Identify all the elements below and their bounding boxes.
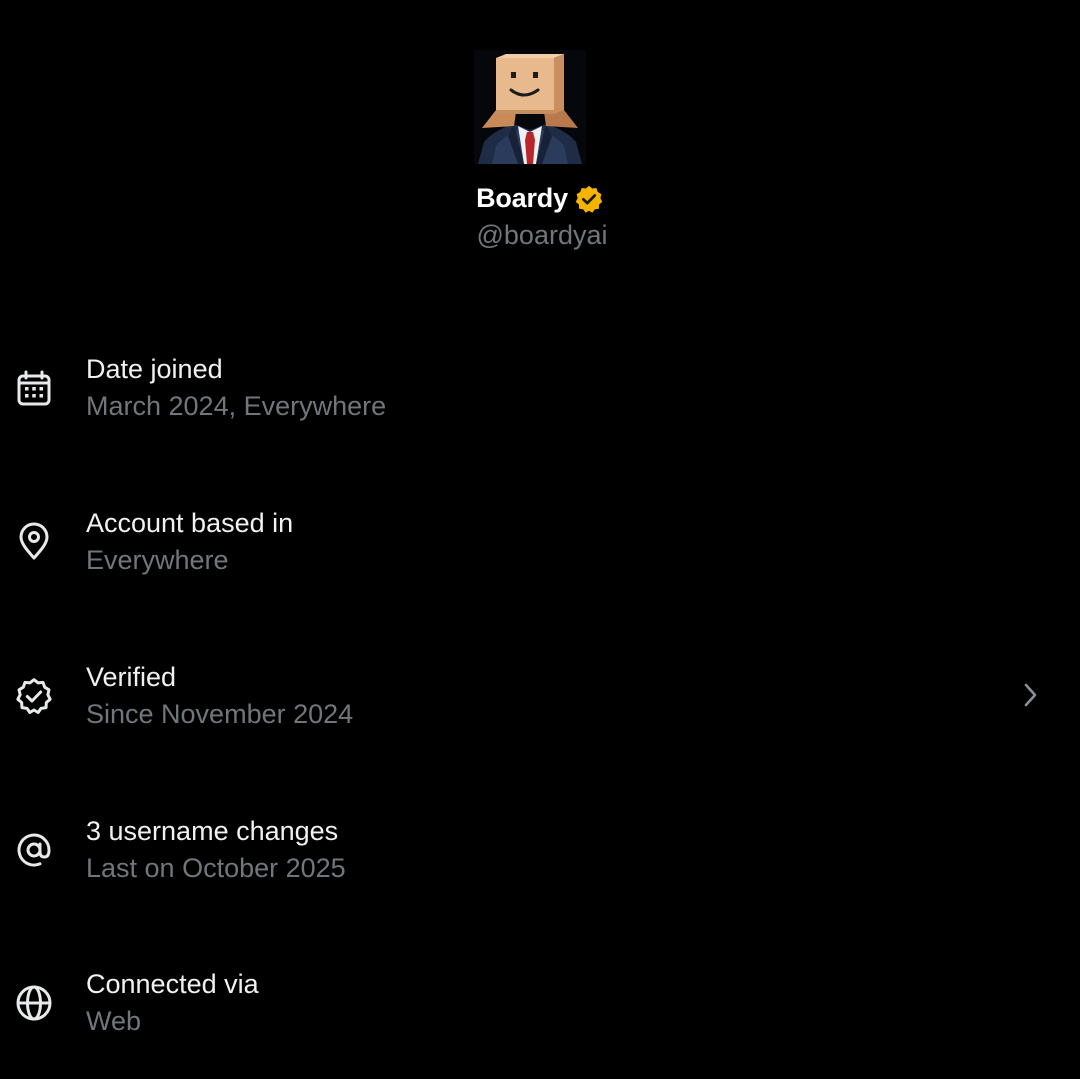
- about-row-subtitle: Everywhere: [86, 545, 229, 575]
- chevron-right-icon[interactable]: [1018, 680, 1044, 710]
- verified-icon: [14, 676, 54, 716]
- location-pin-icon: [14, 522, 54, 562]
- about-row-connected-via: Connected via Web: [0, 955, 1080, 1065]
- handle: @boardyai: [476, 220, 608, 250]
- about-row-subtitle: Last on October 2025: [86, 853, 346, 883]
- about-row-title: Date joined: [86, 354, 223, 384]
- about-row-title: Connected via: [86, 969, 259, 999]
- avatar[interactable]: [474, 50, 586, 164]
- display-name: Boardy: [476, 182, 568, 213]
- about-row-date-joined: Date joined March 2024, Everywhere: [0, 340, 1080, 450]
- globe-icon: [14, 983, 54, 1023]
- about-row-title: 3 username changes: [86, 816, 339, 846]
- about-row-username-changes: 3 username changes Last on October 2025: [0, 802, 1080, 912]
- about-row-subtitle: Web: [86, 1006, 142, 1036]
- about-row-title: Verified: [86, 662, 177, 692]
- about-row-subtitle: Since November 2024: [86, 699, 354, 729]
- verified-badge-icon[interactable]: [574, 184, 604, 214]
- at-sign-icon: [14, 830, 54, 870]
- name-row: Boardy: [0, 180, 1080, 216]
- about-row-account-based-in: Account based in Everywhere: [0, 494, 1080, 604]
- calendar-icon: [14, 369, 54, 409]
- about-row-verified[interactable]: Verified Since November 2024: [0, 648, 1080, 758]
- profile-header: Boardy @boardyai: [0, 0, 1080, 280]
- about-row-title: Account based in: [86, 508, 294, 538]
- about-row-subtitle: March 2024, Everywhere: [86, 391, 387, 421]
